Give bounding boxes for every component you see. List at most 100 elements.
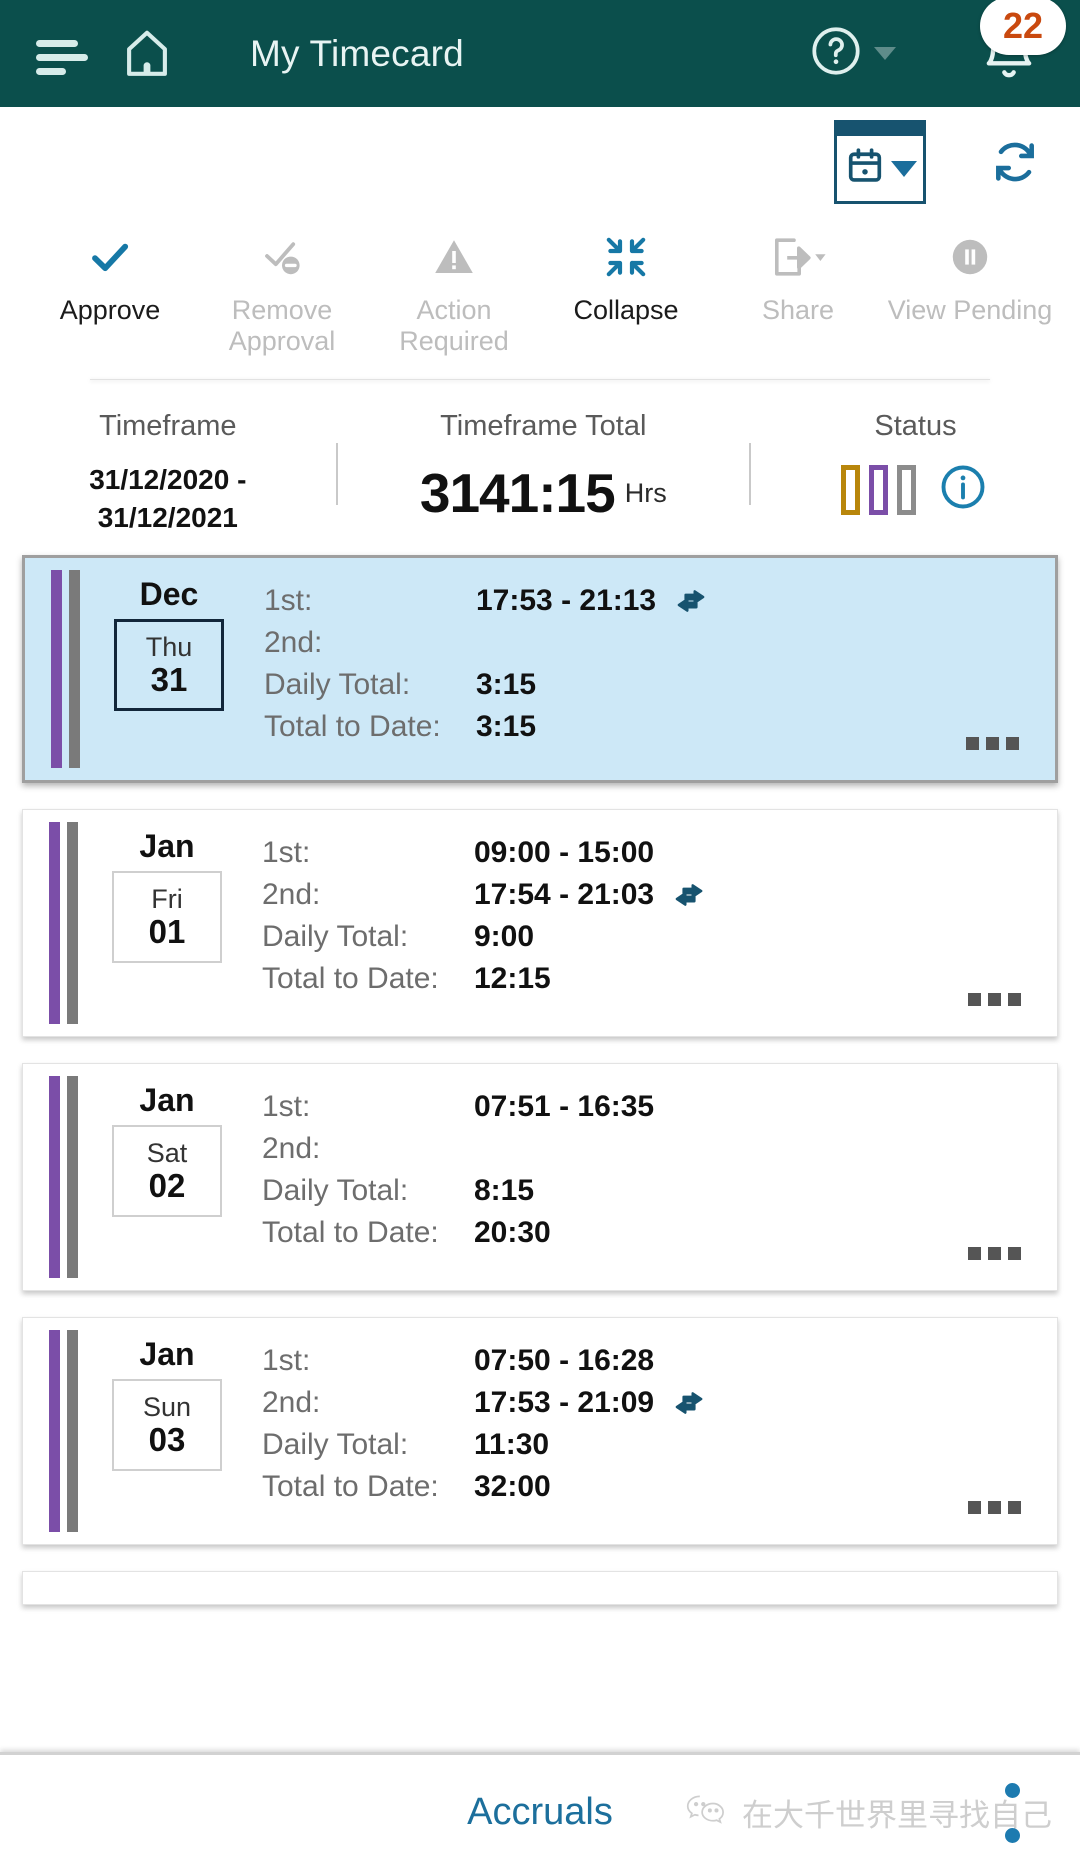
app-header: My Timecard 22 [0,0,1080,107]
calendar-picker-button[interactable] [834,120,926,204]
row-label: 1st: [262,1090,311,1123]
transfer-swap-icon[interactable] [674,588,708,614]
chevron-down-icon [874,47,896,60]
day-number: 01 [148,913,186,950]
row-label: 2nd: [264,626,323,659]
list-item: 1st: 09:00 - 15:00 [262,832,1057,874]
row-label: 1st: [264,584,313,617]
weekday-label: Sat [146,1138,188,1168]
timeframe-label: Timeframe [99,410,237,442]
table-row-partial[interactable] [22,1571,1058,1605]
list-item: 1st: 07:51 - 16:35 [262,1086,1057,1128]
row-value: 9:00 [474,920,535,953]
status-bar-amber [841,464,861,515]
row-label: 1st: [262,836,311,869]
list-item: Daily Total: 3:15 [264,664,1055,706]
help-menu[interactable] [808,23,896,84]
punch-rows: 1st: 17:53 - 21:13 2nd: Daily Total: 3:1… [242,558,1055,780]
timeframe-total-label: Timeframe Total [440,410,647,442]
list-item: Total to Date: 32:00 [262,1466,1057,1508]
accruals-tab[interactable]: Accruals [467,1791,613,1834]
row-value: 20:30 [474,1216,551,1249]
date-box: Fri 01 [112,871,222,963]
date-box: Sun 03 [112,1379,222,1471]
stripe-gray [67,1330,78,1532]
date-cell: Dec Thu 31 [96,558,242,780]
row-label: 2nd: [262,1386,321,1419]
timecard-list: Dec Thu 31 1st: 17:53 - 21:13 2nd: Daily… [0,555,1080,1605]
warning-triangle-icon [428,229,480,281]
share-icon [765,229,831,281]
date-cell: Jan Sun 03 [94,1318,240,1544]
list-item: Total to Date: 12:15 [262,958,1057,1000]
transfer-swap-icon[interactable] [672,1390,706,1416]
row-value: 17:53 - 21:13 [476,584,657,617]
more-options-icon[interactable] [968,1247,1021,1260]
check-icon [84,229,136,281]
list-item: Daily Total: 11:30 [262,1424,1057,1466]
view-pending-button[interactable]: View Pending [884,229,1056,357]
status-label: Status [874,410,957,442]
collapse-label: Collapse [573,295,679,325]
punch-rows: 1st: 07:50 - 16:28 2nd: 17:53 - 21:09 Da… [240,1318,1057,1544]
punch-rows: 1st: 07:51 - 16:35 2nd: Daily Total: 8:1… [240,1064,1057,1290]
table-row[interactable]: Jan Sat 02 1st: 07:51 - 16:35 2nd: Daily… [22,1063,1058,1291]
row-label: Daily Total: [262,1428,409,1461]
chevron-down-icon [891,160,917,177]
row-value: 17:53 - 21:09 [474,1386,655,1419]
notifications-button[interactable]: 22 [974,0,1066,89]
watermark: 在大千世界里寻找自己 [684,1790,1052,1835]
row-label: Daily Total: [262,1174,409,1207]
list-item: 2nd: [262,1128,1057,1170]
info-circle-icon[interactable] [937,461,989,518]
more-options-icon[interactable] [966,737,1019,750]
row-label: 2nd: [262,878,321,911]
calendar-icon [843,144,887,193]
row-label: Daily Total: [264,668,411,701]
table-row[interactable]: Dec Thu 31 1st: 17:53 - 21:13 2nd: Daily… [22,555,1058,783]
more-options-icon[interactable] [968,1501,1021,1514]
wechat-icon [684,1791,730,1835]
approve-button[interactable]: Approve [24,229,196,357]
hamburger-icon[interactable] [28,32,88,76]
status-section: Status [751,410,1080,537]
remove-approval-button[interactable]: Remove Approval [196,229,368,357]
row-value: 3:15 [476,710,537,743]
row-value: 12:15 [474,962,551,995]
share-button[interactable]: Share [712,229,884,357]
status-bar-purple [869,464,889,515]
stripe-gray [67,1076,78,1278]
pause-circle-icon [944,229,996,281]
collapse-button[interactable]: Collapse [540,229,712,357]
list-item: 2nd: [264,622,1055,664]
status-bar-gray [897,464,917,515]
timeframe-range: 31/12/2020 - 31/12/2021 [89,461,246,537]
timeframe-total-unit: Hrs [624,477,667,508]
refresh-icon[interactable] [986,133,1044,191]
card-status-stripes [23,810,78,1036]
home-icon[interactable] [118,25,176,83]
table-row[interactable]: Jan Fri 01 1st: 09:00 - 15:00 2nd: 17:54… [22,809,1058,1037]
list-item: 2nd: 17:54 - 21:03 [262,874,1057,916]
table-row[interactable]: Jan Sun 03 1st: 07:50 - 16:28 2nd: 17:53… [22,1317,1058,1545]
row-value: 8:15 [474,1174,535,1207]
card-status-stripes [23,1064,78,1290]
page-title: My Timecard [250,32,464,74]
row-label: Total to Date: [262,1470,439,1503]
transfer-swap-icon[interactable] [672,882,706,908]
date-cell: Jan Sat 02 [94,1064,240,1290]
timeframe-total-value: 3141:15 [419,462,616,524]
month-label: Dec [139,576,199,612]
action-required-button[interactable]: Action Required [368,229,540,357]
month-label: Jan [139,828,195,864]
list-item: 1st: 07:50 - 16:28 [262,1340,1057,1382]
more-options-icon[interactable] [968,993,1021,1006]
day-number: 02 [148,1167,186,1204]
row-value: 32:00 [474,1470,551,1503]
row-value: 07:51 - 16:35 [474,1090,655,1123]
month-label: Jan [139,1336,195,1372]
date-cell: Jan Fri 01 [94,810,240,1036]
stripe-purple [51,570,62,768]
bottom-bar: Accruals 在大千世界里寻找自己 [0,1752,1080,1870]
approve-label: Approve [59,295,161,325]
